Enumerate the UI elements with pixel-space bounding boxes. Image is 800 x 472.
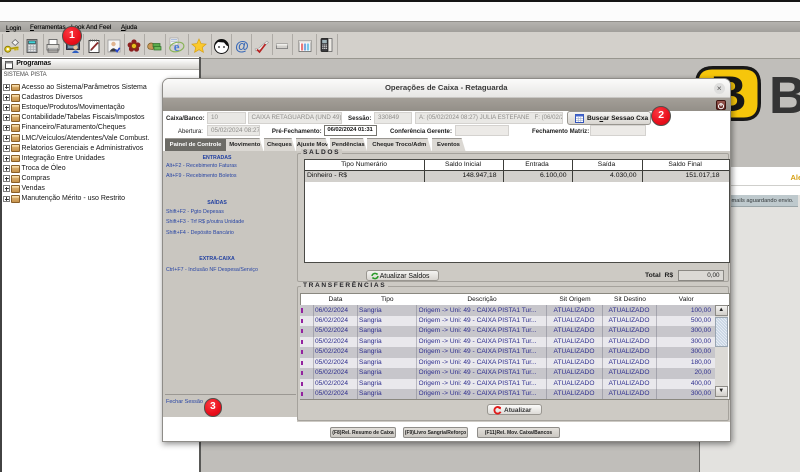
svg-text:B: B bbox=[769, 67, 800, 125]
svg-text:@: @ bbox=[235, 38, 249, 54]
